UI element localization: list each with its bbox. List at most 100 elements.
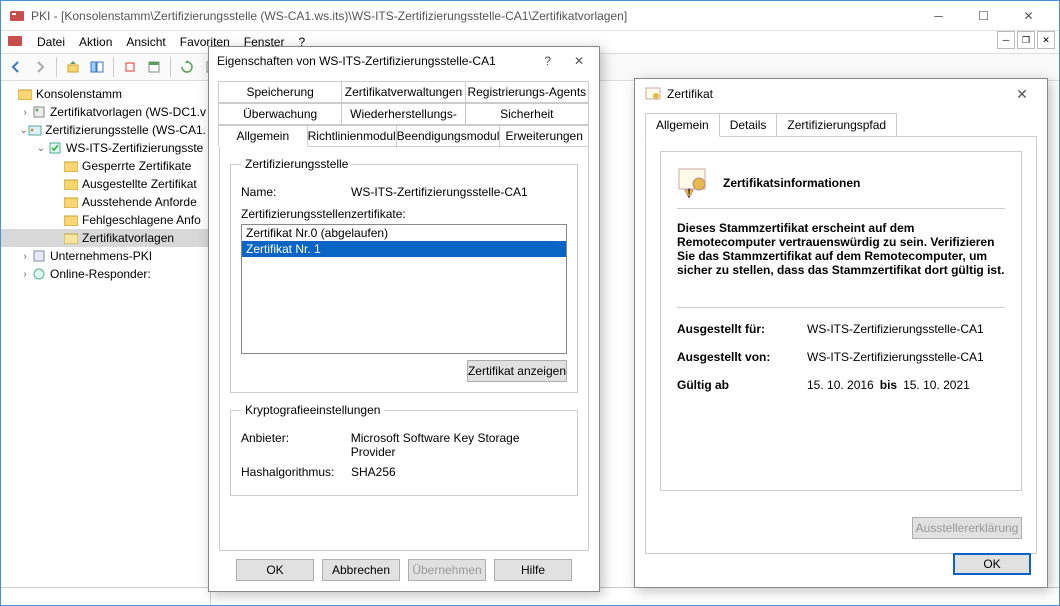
tree-enterprise-pki[interactable]: › Unternehmens-PKI: [1, 247, 210, 265]
tab-content: Zertifizierungsstelle Name: WS-ITS-Zerti…: [219, 146, 589, 551]
maximize-button[interactable]: ☐: [961, 2, 1006, 30]
svg-text:!: !: [687, 186, 690, 200]
tree-templates-dc1[interactable]: › Zertifikatvorlagen (WS-DC1.v: [1, 103, 210, 121]
view-certificate-button[interactable]: Zertifikat anzeigen: [467, 360, 567, 382]
dialog-title: Eigenschaften von WS-ITS-Zertifizierungs…: [217, 54, 544, 68]
tab-details[interactable]: Details: [719, 113, 778, 137]
dialog-titlebar[interactable]: Eigenschaften von WS-ITS-Zertifizierungs…: [209, 47, 599, 75]
valid-from-value: 15. 10. 2016: [807, 378, 874, 392]
tab-general[interactable]: Allgemein: [218, 125, 308, 147]
valid-to-label: bis: [880, 378, 897, 392]
ca-icon: [28, 122, 42, 138]
server-icon: [47, 140, 63, 156]
tab-cert-managers[interactable]: Zertifikatverwaltungen: [341, 81, 465, 103]
app-icon: [9, 8, 25, 24]
tree-label: WS-ITS-Zertifizierungsste: [66, 141, 203, 155]
apply-button[interactable]: Übernehmen: [408, 559, 486, 581]
tree-label: Gesperrte Zertifikate: [82, 159, 191, 173]
tab-auditing[interactable]: Überwachung: [218, 103, 342, 125]
tree-label: Zertifikatvorlagen: [82, 231, 174, 245]
ca-group: Zertifizierungsstelle Name: WS-ITS-Zerti…: [230, 157, 578, 393]
properties-icon[interactable]: [143, 56, 165, 78]
ok-button[interactable]: OK: [236, 559, 314, 581]
tree-pending[interactable]: Ausstehende Anforde: [1, 193, 210, 211]
hash-value: SHA256: [351, 465, 396, 479]
folder-icon: [63, 212, 79, 228]
tree-label: Ausstehende Anforde: [82, 195, 197, 209]
mdi-restore-button[interactable]: ❐: [1017, 31, 1035, 49]
tab-storage[interactable]: Speicherung: [218, 81, 342, 103]
cancel-button[interactable]: Abbrechen: [322, 559, 400, 581]
dialog-title: Zertifikat: [667, 87, 1007, 101]
window-title: PKI - [Konsolenstamm\Zertifizierungsstel…: [31, 9, 916, 23]
tab-cert-path[interactable]: Zertifizierungspfad: [776, 113, 897, 137]
template-icon: [31, 104, 47, 120]
mdi-minimize-button[interactable]: ─: [997, 31, 1015, 49]
tree-label: Zertifizierungsstelle (WS-CA1.: [45, 123, 206, 137]
forward-button[interactable]: [29, 56, 51, 78]
valid-to-value: 15. 10. 2021: [903, 378, 970, 392]
tree-issued[interactable]: Ausgestellte Zertifikat: [1, 175, 210, 193]
name-label: Name:: [241, 185, 351, 199]
provider-value: Microsoft Software Key Storage Provider: [351, 431, 567, 459]
ok-button[interactable]: OK: [953, 553, 1031, 575]
show-hide-tree-button[interactable]: [86, 56, 108, 78]
menu-action[interactable]: Aktion: [79, 35, 112, 49]
tree-failed[interactable]: Fehlgeschlagene Anfo: [1, 211, 210, 229]
issued-to-label: Ausgestellt für:: [677, 322, 807, 336]
certificate-dialog: Zertifikat ✕ Allgemein Details Zertifizi…: [634, 78, 1048, 588]
tree-panel[interactable]: Konsolenstamm › Zertifikatvorlagen (WS-D…: [1, 81, 211, 603]
minimize-button[interactable]: ─: [916, 2, 961, 30]
refresh-icon[interactable]: [176, 56, 198, 78]
tree-root[interactable]: Konsolenstamm: [1, 85, 210, 103]
list-item[interactable]: Zertifikat Nr.0 (abgelaufen): [242, 225, 566, 241]
cert-info-heading: Zertifikatsinformationen: [723, 176, 860, 190]
tree-label: Online-Responder:: [50, 267, 151, 281]
list-item[interactable]: Zertifikat Nr. 1: [242, 241, 566, 257]
tab-recovery-agents[interactable]: Wiederherstellungs-Agents: [341, 103, 465, 125]
cert-list-label: Zertifizierungsstellenzertifikate:: [241, 207, 567, 221]
tree-label: Ausgestellte Zertifikat: [82, 177, 197, 191]
folder-icon: [63, 176, 79, 192]
close-icon[interactable]: ✕: [1007, 86, 1037, 103]
mdi-close-button[interactable]: ✕: [1037, 31, 1055, 49]
close-button[interactable]: ✕: [1006, 2, 1051, 30]
tab-exit-module[interactable]: Beendigungsmodul: [396, 125, 501, 147]
folder-icon: [63, 158, 79, 174]
back-button[interactable]: [5, 56, 27, 78]
tree-ca-instance[interactable]: ⌄ WS-ITS-Zertifizierungsste: [1, 139, 210, 157]
tree-online-responder[interactable]: › Online-Responder:: [1, 265, 210, 283]
tab-extensions[interactable]: Erweiterungen: [499, 125, 589, 147]
tab-security[interactable]: Sicherheit: [465, 103, 589, 125]
responder-icon: [31, 266, 47, 282]
issued-to-value: WS-ITS-Zertifizierungsstelle-CA1: [807, 322, 984, 336]
delete-icon[interactable]: [119, 56, 141, 78]
name-value: WS-ITS-Zertifizierungsstelle-CA1: [351, 185, 528, 199]
tab-policy-module[interactable]: Richtlinienmodul: [307, 125, 397, 147]
menu-file[interactable]: Datei: [37, 35, 65, 49]
tree-cert-templates[interactable]: Zertifikatvorlagen: [1, 229, 210, 247]
up-button[interactable]: [62, 56, 84, 78]
mmc-icon: [7, 33, 23, 52]
issued-by-value: WS-ITS-Zertifizierungsstelle-CA1: [807, 350, 984, 364]
properties-dialog: Eigenschaften von WS-ITS-Zertifizierungs…: [208, 46, 600, 592]
issuer-statement-button[interactable]: Ausstellererklärung: [912, 517, 1022, 539]
provider-label: Anbieter:: [241, 431, 351, 459]
cert-body: ! Zertifikatsinformationen Dieses Stammz…: [645, 136, 1037, 554]
certificate-icon: [645, 86, 661, 102]
ca-legend: Zertifizierungsstelle: [241, 157, 352, 171]
dialog-titlebar[interactable]: Zertifikat ✕: [635, 79, 1047, 109]
tree-label: Zertifikatvorlagen (WS-DC1.v: [50, 105, 206, 119]
help-button[interactable]: Hilfe: [494, 559, 572, 581]
crypto-group: Kryptografieeinstellungen Anbieter: Micr…: [230, 403, 578, 496]
tree-label: Fehlgeschlagene Anfo: [82, 213, 201, 227]
cert-description: Dieses Stammzertifikat erscheint auf dem…: [677, 221, 1004, 277]
ca-cert-listbox[interactable]: Zertifikat Nr.0 (abgelaufen) Zertifikat …: [241, 224, 567, 354]
tree-revoked[interactable]: Gesperrte Zertifikate: [1, 157, 210, 175]
tree-ca[interactable]: ⌄ Zertifizierungsstelle (WS-CA1.: [1, 121, 210, 139]
tab-general[interactable]: Allgemein: [645, 113, 720, 137]
tab-enrollment-agents[interactable]: Registrierungs-Agents: [465, 81, 589, 103]
menu-view[interactable]: Ansicht: [126, 35, 165, 49]
close-icon[interactable]: ✕: [567, 54, 591, 68]
help-icon[interactable]: ?: [544, 54, 551, 68]
